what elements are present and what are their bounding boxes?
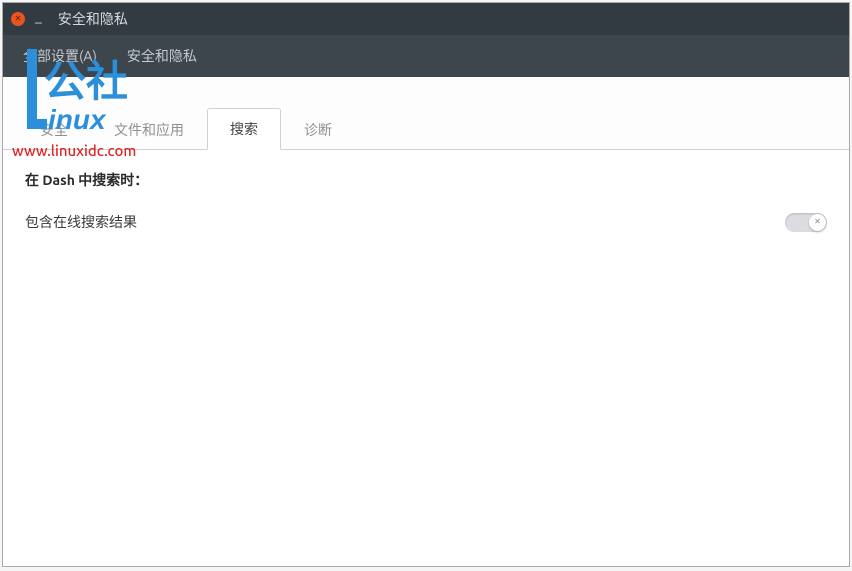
online-results-toggle[interactable] [785,213,827,232]
option-label: 包含在线搜索结果 [25,212,137,232]
window-title: 安全和隐私 [58,9,128,29]
tab-security[interactable]: 安全 [17,109,91,150]
section-title: 在 Dash 中搜索时： [25,170,827,190]
breadcrumb: 全部设置(A) 安全和隐私 [3,35,849,77]
close-icon[interactable] [11,12,25,26]
tabs: 安全 文件和应用 搜索 诊断 [3,77,849,150]
breadcrumb-current[interactable]: 安全和隐私 [127,46,197,66]
tab-diagnostics[interactable]: 诊断 [281,109,355,150]
tab-search[interactable]: 搜索 [207,108,281,150]
settings-window: _ 安全和隐私 全部设置(A) 安全和隐私 安全 文件和应用 搜索 诊断 在 D… [2,2,850,567]
tab-files-apps[interactable]: 文件和应用 [91,109,207,150]
breadcrumb-all-settings[interactable]: 全部设置(A) [23,46,97,66]
tab-content: 在 Dash 中搜索时： 包含在线搜索结果 [3,150,849,566]
titlebar: _ 安全和隐私 [3,3,849,35]
minimize-icon[interactable]: _ [35,8,42,24]
option-online-results: 包含在线搜索结果 [25,208,827,236]
toggle-knob-off-icon [809,214,826,231]
